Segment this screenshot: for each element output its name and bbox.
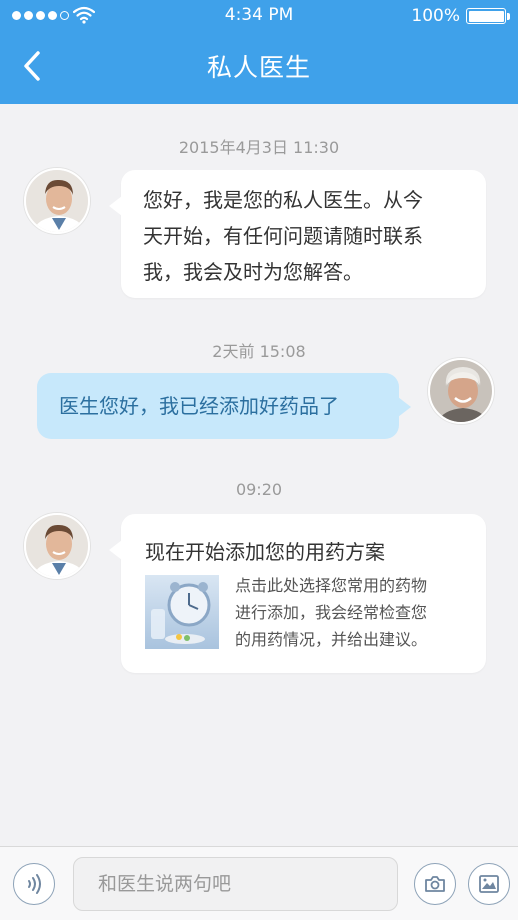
outgoing-message-bubble[interactable]: 医生您好，我已经添加好药品了 [37, 373, 411, 439]
medication-thumbnail [145, 575, 219, 649]
incoming-message-bubble[interactable]: 您好，我是您的私人医生。从今 天开始，有任何问题请随时联系 我，我会及时为您解答… [109, 170, 486, 298]
input-bar: 和医生说两句吧 [0, 846, 518, 920]
plan-description: 点击此处选择您常用的药物 进行添加，我会经常检查您 的用药情况，并给出建议。 [235, 576, 428, 649]
chat-screen: 4:34 PM 100% 私人医生 2015年4月3日 11:30 您好，我是您… [0, 0, 518, 920]
battery-icon [466, 8, 506, 24]
battery-percent: 100% [411, 6, 460, 26]
header: 4:34 PM 100% 私人医生 [0, 0, 518, 104]
doctor-avatar[interactable] [24, 513, 90, 579]
doctor-avatar[interactable] [24, 168, 90, 234]
image-icon [479, 875, 499, 893]
user-avatar[interactable] [428, 358, 494, 424]
message-timestamp: 2天前 15:08 [212, 342, 306, 361]
medication-plan-card[interactable]: 现在开始添加您的用药方案 点击此处选择您常用的药物 进行添加，我会经常检查您 的… [109, 514, 486, 673]
message-text: 医生您好，我已经添加好药品了 [59, 394, 339, 418]
message-text: 您好，我是您的私人医生。从今 天开始，有任何问题请随时联系 我，我会及时为您解答… [143, 188, 423, 284]
image-button[interactable] [468, 863, 510, 905]
voice-button[interactable] [13, 863, 55, 905]
message-input[interactable]: 和医生说两句吧 [73, 857, 398, 911]
page-title: 私人医生 [206, 53, 311, 82]
plan-title: 现在开始添加您的用药方案 [145, 540, 385, 564]
voice-icon [28, 874, 41, 894]
message-timestamp: 2015年4月3日 11:30 [178, 138, 340, 157]
status-bar: 4:34 PM 100% [0, 0, 518, 30]
camera-button[interactable] [414, 863, 456, 905]
message-timestamp: 09:20 [235, 480, 283, 499]
camera-icon [425, 876, 445, 892]
